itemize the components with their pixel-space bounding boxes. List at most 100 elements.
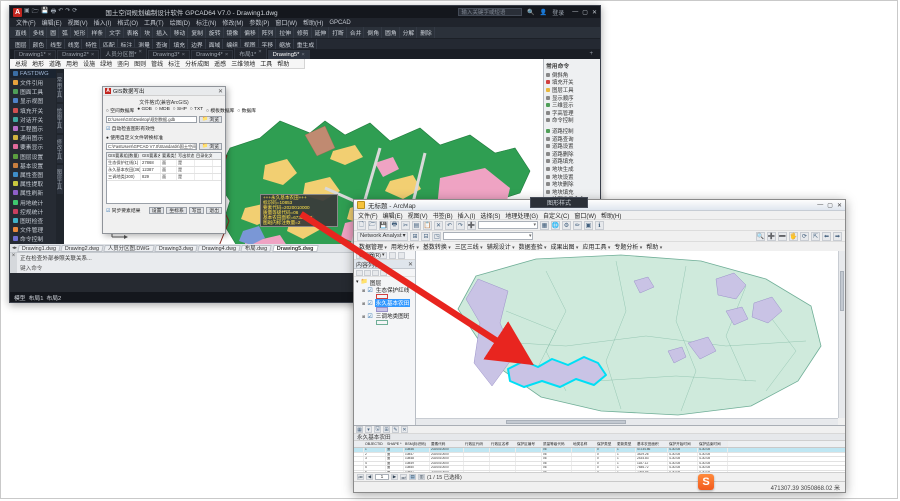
side-tab[interactable]: 修改工具 [57, 135, 63, 164]
inner-menu-item[interactable]: 总规 [15, 59, 27, 68]
toolbar-icon[interactable]: 💾 [379, 221, 388, 230]
file-tab[interactable]: Drawing3.dwg [154, 245, 198, 252]
drawing-tab[interactable]: Drawing3* [148, 50, 190, 59]
cad-menu-item[interactable]: GPCAD [329, 20, 350, 26]
attribute-grid[interactable]: OBJECTIDSHAPE *BSM(标识码)要素代码行政区代码行政区名称保护区… [354, 441, 845, 473]
inner-menu-item[interactable]: 标注 [168, 59, 180, 68]
toolbar-icon[interactable]: ✂ [401, 221, 410, 230]
format-radio[interactable]: MDB [155, 107, 170, 114]
inner-menu-item[interactable]: 管线 [151, 59, 163, 68]
show-selected-icon[interactable]: ▥ [418, 474, 425, 480]
zoom-tool-icon[interactable]: ➖ [778, 232, 787, 241]
custom-menu-dropdown[interactable]: 成果出图 [551, 242, 579, 251]
dialog-button[interactable]: 设置 [149, 207, 165, 214]
sidebar-item[interactable]: 基本设置 [10, 161, 56, 170]
layout-tab[interactable]: 布局2 [46, 293, 61, 302]
ribbon-button[interactable]: 特性 [83, 39, 100, 50]
ribbon-button[interactable]: 打断 [330, 27, 347, 38]
cad-menu-item[interactable]: 修改(M) [222, 18, 243, 27]
cad-menu-item[interactable]: 标注(N) [196, 18, 216, 27]
file-tab[interactable]: Drawing2.dwg [60, 245, 104, 252]
format-radio[interactable]: 空间数据库 [106, 107, 134, 114]
ribbon-button[interactable]: 表格 [125, 27, 142, 38]
ribbon-button[interactable]: 重生成 [295, 39, 317, 50]
zoom-tool-icon[interactable]: ⬅ [822, 232, 831, 241]
inner-menu-item[interactable]: 地形 [32, 59, 44, 68]
toolbar-icon[interactable]: 📋 [423, 221, 432, 230]
toolbar-icon[interactable]: ⊟ [421, 232, 430, 241]
sidebar-item[interactable]: 工程图示 [10, 124, 56, 133]
ribbon-button[interactable]: 文字 [107, 27, 124, 38]
cad-menu-item[interactable]: 窗口(W) [275, 18, 297, 27]
custom-menu-dropdown[interactable]: 数据查验 [519, 242, 547, 251]
dialog-title-bar[interactable]: A GIS数据写出 ✕ [103, 87, 225, 96]
cad-menu-item[interactable]: 文件(F) [16, 18, 36, 27]
toolbar-icon[interactable]: ⊞ [410, 232, 419, 241]
sidebar-item[interactable]: 属性刷新 [10, 188, 56, 197]
login-link[interactable]: 登录 [552, 8, 564, 17]
table-options-icon[interactable]: ▦ [356, 426, 363, 433]
ribbon-button[interactable]: 复制 [189, 27, 206, 38]
toolbar-icon[interactable]: ✕ [434, 221, 443, 230]
arcmap-menu-item[interactable]: 自定义(C) [543, 211, 569, 220]
custom-menu-dropdown[interactable]: 用地分析 [391, 242, 419, 251]
cad-search-input[interactable]: 输入关键字或短语 [458, 8, 522, 16]
sidebar-item[interactable]: 用地统计 [10, 197, 56, 206]
ribbon-button[interactable]: 线宽 [66, 39, 83, 50]
drawing-tab[interactable]: Drawing5* [268, 50, 310, 59]
sidebar-item[interactable]: 图面工具 [10, 87, 56, 96]
ribbon-button[interactable]: 移动 [172, 27, 189, 38]
sidebar-item[interactable]: 对话开关 [10, 115, 56, 124]
toolbar-icon[interactable]: 🖶 [390, 221, 399, 230]
table-tool-icon[interactable]: ▾ [365, 426, 372, 433]
maximize-icon[interactable]: ▢ [827, 202, 833, 209]
first-record-icon[interactable]: ⏮ [357, 474, 364, 480]
zoom-tool-icon[interactable]: ⟳ [800, 232, 809, 241]
drawing-tab[interactable]: 布局1* [234, 47, 266, 59]
close-icon[interactable]: ✕ [837, 202, 842, 209]
inner-menu-item[interactable]: 工具 [260, 59, 272, 68]
qat-icon[interactable]: 🖶 [51, 7, 57, 17]
ribbon-button[interactable]: 块 [142, 27, 153, 38]
sidebar-item[interactable]: 填充开关 [10, 106, 56, 115]
sidebar-item[interactable]: 图斑检查 [10, 216, 56, 225]
cad-menu-item[interactable]: 编辑(E) [42, 18, 62, 27]
minimize-icon[interactable]: — [572, 9, 578, 16]
sync-checkbox[interactable]: 同步要素结果 [106, 207, 140, 214]
file-tab[interactable]: Drawing4.dwg [197, 245, 241, 252]
toolbar-icon[interactable]: ⚙ [562, 221, 571, 230]
format-radio[interactable]: GDB [137, 107, 152, 114]
search-icon[interactable]: 🔍 [527, 9, 534, 16]
inner-menu-item[interactable]: 用地 [66, 59, 78, 68]
toolbar-icon[interactable]: 🗁 [368, 221, 377, 230]
editor-dropdown[interactable]: 编辑器(R)▾ [356, 252, 387, 259]
table-tool-icon[interactable]: ✕ [401, 426, 408, 433]
zoom-tool-icon[interactable]: 🔍 [756, 232, 765, 241]
custom-menu-dropdown[interactable]: 帮助 [646, 242, 662, 251]
toolbar-icon[interactable]: 🌐 [551, 221, 560, 230]
inner-menu-item[interactable]: 设施 [83, 59, 95, 68]
ribbon-button[interactable]: 删除 [418, 27, 435, 38]
qat-icon[interactable]: ↶ [58, 7, 63, 17]
toc-layer[interactable]: ⊞ 生态保护红线 [362, 286, 413, 299]
close-icon[interactable]: × [10, 253, 17, 273]
ribbon-button[interactable]: 圆 [48, 27, 59, 38]
ribbon-button[interactable]: 线型 [48, 39, 65, 50]
layer-checkbox[interactable] [367, 300, 372, 307]
map-vertical-scrollbar[interactable] [838, 251, 845, 418]
table-tool-icon[interactable]: 🖫 [374, 426, 381, 433]
cad-menu-item[interactable]: 插入(I) [94, 18, 112, 27]
close-icon[interactable]: ✕ [218, 88, 223, 95]
file-tab[interactable]: 布局.dwg [241, 245, 273, 252]
file-tab[interactable]: 人员分区图.DWG [104, 245, 155, 252]
layer-checkbox[interactable] [367, 313, 372, 320]
qat-icon[interactable]: ↷ [65, 7, 70, 17]
sidebar-item[interactable]: 通用图示 [10, 133, 56, 142]
toolbar-icon[interactable]: ↶ [445, 221, 454, 230]
browse-button[interactable]: 📁 浏览 [199, 143, 222, 150]
network-analyst-dropdown[interactable]: Network Analyst▾ [357, 232, 408, 241]
custom-menu-dropdown[interactable]: 应用工具 [582, 242, 610, 251]
feature-table[interactable]: GIS要素组(数量)GIS要素名要素类型写出状态目录化文件生态保护红线(1)27… [106, 152, 222, 204]
ribbon-button[interactable]: 颜色 [31, 39, 48, 50]
toolbar-icon[interactable]: ▣ [584, 221, 593, 230]
